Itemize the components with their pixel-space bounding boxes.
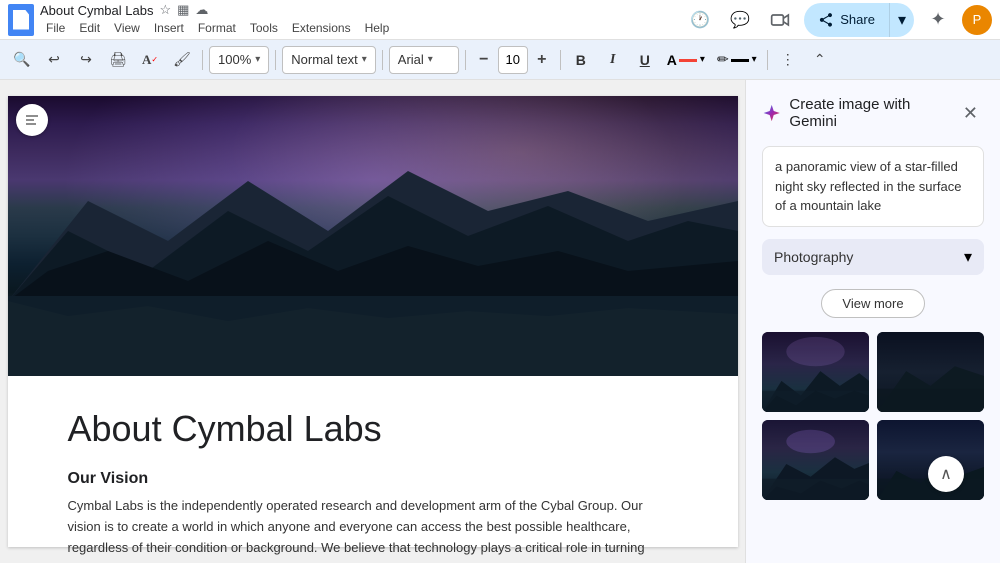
- history-button[interactable]: 🕐: [684, 4, 716, 36]
- panel-title-area: Create image with Gemini: [762, 96, 957, 130]
- video-call-button[interactable]: [764, 4, 796, 36]
- panel-header: Create image with Gemini ✕: [762, 96, 984, 130]
- doc-title: About Cymbal Labs: [68, 408, 678, 450]
- style-dropdown[interactable]: Photography ▾: [762, 239, 984, 275]
- generated-image-1[interactable]: [762, 332, 869, 412]
- share-button-main[interactable]: Share: [804, 3, 889, 37]
- highlight-color-arrow[interactable]: ▾: [752, 54, 757, 65]
- redo-button[interactable]: ↪: [72, 46, 100, 74]
- prompt-textarea[interactable]: a panoramic view of a star-filled night …: [762, 146, 984, 227]
- menu-extensions[interactable]: Extensions: [286, 19, 357, 37]
- bold-button[interactable]: B: [567, 46, 595, 74]
- generated-image-2[interactable]: [877, 332, 984, 412]
- expand-toolbar-button[interactable]: ⌃: [806, 46, 834, 74]
- font-name-select[interactable]: Arial ▾: [389, 46, 459, 74]
- share-button[interactable]: Share ▾: [804, 3, 914, 37]
- font-size-decrease[interactable]: −: [472, 46, 496, 74]
- highlight-color-indicator: [731, 59, 749, 62]
- star-icon[interactable]: ☆: [159, 2, 171, 18]
- view-more-button[interactable]: View more: [821, 289, 924, 318]
- menu-view[interactable]: View: [108, 19, 146, 37]
- text-color-arrow[interactable]: ▾: [700, 54, 705, 65]
- paragraph-style-select[interactable]: Normal text ▾: [282, 46, 376, 74]
- toolbar-divider-4: [465, 50, 466, 70]
- doc-title-area: About Cymbal Labs ☆ ▦ ☁ File Edit View I…: [40, 2, 678, 37]
- style-label: Photography: [774, 249, 853, 265]
- style-arrow-icon: ▾: [964, 247, 972, 267]
- panel-title: Create image with Gemini: [789, 96, 956, 130]
- main-area: About Cymbal Labs Our Vision Cymbal Labs…: [0, 80, 1000, 563]
- menu-insert[interactable]: Insert: [148, 19, 190, 37]
- menu-help[interactable]: Help: [359, 19, 396, 37]
- menu-format[interactable]: Format: [192, 19, 242, 37]
- highlight-color-button[interactable]: ✏ ▾: [713, 49, 761, 70]
- prompt-text: a panoramic view of a star-filled night …: [775, 159, 961, 213]
- doc-section-title: Our Vision: [68, 470, 678, 488]
- doc-content: About Cymbal Labs Our Vision Cymbal Labs…: [8, 376, 738, 563]
- toolbar-divider-3: [382, 50, 383, 70]
- font-size-increase[interactable]: +: [530, 46, 554, 74]
- highlight-icon: ✏: [717, 51, 729, 68]
- share-dropdown-arrow[interactable]: ▾: [889, 3, 914, 37]
- toolbar-divider-5: [560, 50, 561, 70]
- italic-button[interactable]: I: [599, 46, 627, 74]
- mountain-svg: [8, 141, 738, 301]
- scroll-up-button[interactable]: ∧: [928, 456, 964, 492]
- toolbar-divider-1: [202, 50, 203, 70]
- gemini-panel: Create image with Gemini ✕ a panoramic v…: [745, 80, 1000, 563]
- toolbar-divider-2: [275, 50, 276, 70]
- spellcheck-button[interactable]: A✓: [136, 46, 164, 74]
- user-avatar[interactable]: P: [962, 5, 992, 35]
- paint-format-button[interactable]: 🖌: [168, 46, 196, 74]
- text-color-indicator: [679, 59, 697, 62]
- gemini-icon: [762, 103, 781, 123]
- text-color-letter: A: [667, 52, 677, 68]
- toolbar: 🔍 ↩ ↪ 🖨 A✓ 🖌 100% ▾ Normal text ▾ Arial …: [0, 40, 1000, 80]
- doc-title-row: About Cymbal Labs ☆ ▦ ☁: [40, 2, 678, 18]
- zoom-value: 100%: [218, 52, 251, 67]
- reflection-svg: [8, 296, 738, 376]
- generated-image-3[interactable]: [762, 420, 869, 500]
- doc-title-text: About Cymbal Labs: [40, 3, 153, 18]
- font-size-area: − 10 +: [472, 46, 554, 74]
- panel-close-button[interactable]: ✕: [957, 99, 984, 127]
- comments-button[interactable]: 💬: [724, 4, 756, 36]
- doc-area: About Cymbal Labs Our Vision Cymbal Labs…: [0, 80, 745, 563]
- docs-logo-icon: [8, 4, 34, 36]
- menu-file[interactable]: File: [40, 19, 71, 37]
- print-button[interactable]: 🖨: [104, 46, 132, 74]
- underline-button[interactable]: U: [631, 46, 659, 74]
- zoom-select[interactable]: 100% ▾: [209, 46, 269, 74]
- paragraph-style-value: Normal text: [291, 52, 357, 67]
- text-color-button[interactable]: A ▾: [663, 50, 709, 70]
- paragraph-style-arrow: ▾: [362, 54, 367, 65]
- gemini-sparkle-button[interactable]: ✦: [922, 4, 954, 36]
- scroll-up-icon: ∧: [940, 464, 952, 484]
- menu-tools[interactable]: Tools: [244, 19, 284, 37]
- folder-icon[interactable]: ▦: [177, 2, 189, 18]
- more-options-button[interactable]: ⋮: [774, 46, 802, 74]
- font-name-arrow: ▾: [428, 54, 433, 65]
- search-toolbar-button[interactable]: 🔍: [8, 46, 36, 74]
- generated-image-4[interactable]: [877, 420, 984, 500]
- doc-page: About Cymbal Labs Our Vision Cymbal Labs…: [8, 96, 738, 547]
- undo-button[interactable]: ↩: [40, 46, 68, 74]
- menu-edit[interactable]: Edit: [73, 19, 106, 37]
- share-label: Share: [840, 12, 875, 27]
- menu-bar: File Edit View Insert Format Tools Exten…: [40, 19, 678, 37]
- doc-hero-image: [8, 96, 738, 376]
- top-right-actions: 🕐 💬 Share ▾ ✦ P: [684, 3, 992, 37]
- cloud-icon[interactable]: ☁: [195, 2, 208, 18]
- font-size-input[interactable]: 10: [498, 46, 528, 74]
- zoom-arrow: ▾: [255, 54, 260, 65]
- view-more-label: View more: [842, 296, 903, 311]
- toolbar-divider-6: [767, 50, 768, 70]
- top-bar: About Cymbal Labs ☆ ▦ ☁ File Edit View I…: [0, 0, 1000, 40]
- font-name-value: Arial: [398, 52, 424, 67]
- doc-body-text: Cymbal Labs is the independently operate…: [68, 496, 678, 558]
- outline-button[interactable]: [16, 104, 48, 136]
